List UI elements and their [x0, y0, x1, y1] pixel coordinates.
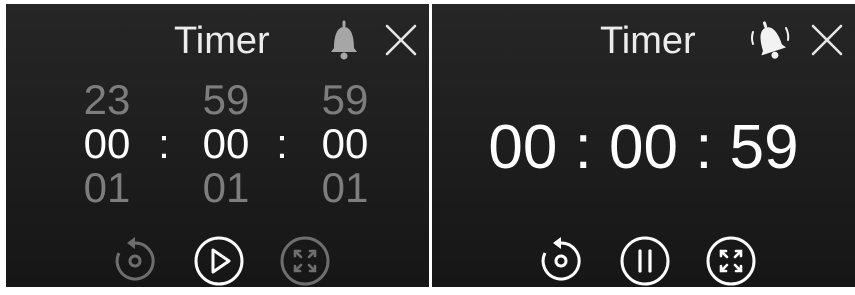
close-icon[interactable] — [809, 22, 845, 58]
minutes-prev-value: 59 — [202, 76, 250, 123]
hours-current-value: 00 — [83, 120, 131, 167]
countdown-display: 00 : 00 : 59 — [488, 113, 799, 182]
reset-button[interactable] — [534, 234, 588, 287]
pause-button[interactable] — [618, 234, 672, 287]
timer-running-screen: Timer 00 : 00 : 59 — [432, 4, 855, 287]
fullscreen-icon — [706, 236, 756, 286]
seconds-next-value: 01 — [321, 164, 369, 211]
fullscreen-button[interactable] — [704, 234, 758, 287]
page-title: Timer — [174, 20, 270, 62]
reset-icon — [115, 237, 155, 281]
seconds-current-value: 00 — [321, 120, 369, 167]
page-title: Timer — [600, 20, 696, 62]
hours-picker[interactable]: 23 00 01 — [71, 78, 143, 210]
hours-prev-value: 23 — [83, 76, 131, 123]
minutes-next-value: 01 — [202, 164, 250, 211]
play-icon — [194, 236, 244, 286]
timer-setup-screen: Timer 23 00 01 : 59 00 01 : 59 00 01 — [6, 4, 429, 287]
reset-button[interactable] — [108, 234, 162, 287]
pause-icon — [620, 236, 670, 286]
seconds-picker[interactable]: 59 00 01 — [309, 78, 381, 210]
fullscreen-icon — [280, 236, 330, 286]
minutes-current-value: 00 — [202, 120, 250, 167]
time-separator: : — [158, 120, 170, 167]
bell-icon[interactable] — [322, 18, 366, 62]
fullscreen-button[interactable] — [278, 234, 332, 287]
minutes-picker[interactable]: 59 00 01 — [190, 78, 262, 210]
close-icon[interactable] — [383, 22, 419, 58]
seconds-prev-value: 59 — [321, 76, 369, 123]
play-button[interactable] — [192, 234, 246, 287]
reset-icon — [541, 237, 581, 281]
hours-next-value: 01 — [83, 164, 131, 211]
time-separator: : — [276, 120, 288, 167]
bell-ringing-icon[interactable] — [748, 18, 792, 62]
